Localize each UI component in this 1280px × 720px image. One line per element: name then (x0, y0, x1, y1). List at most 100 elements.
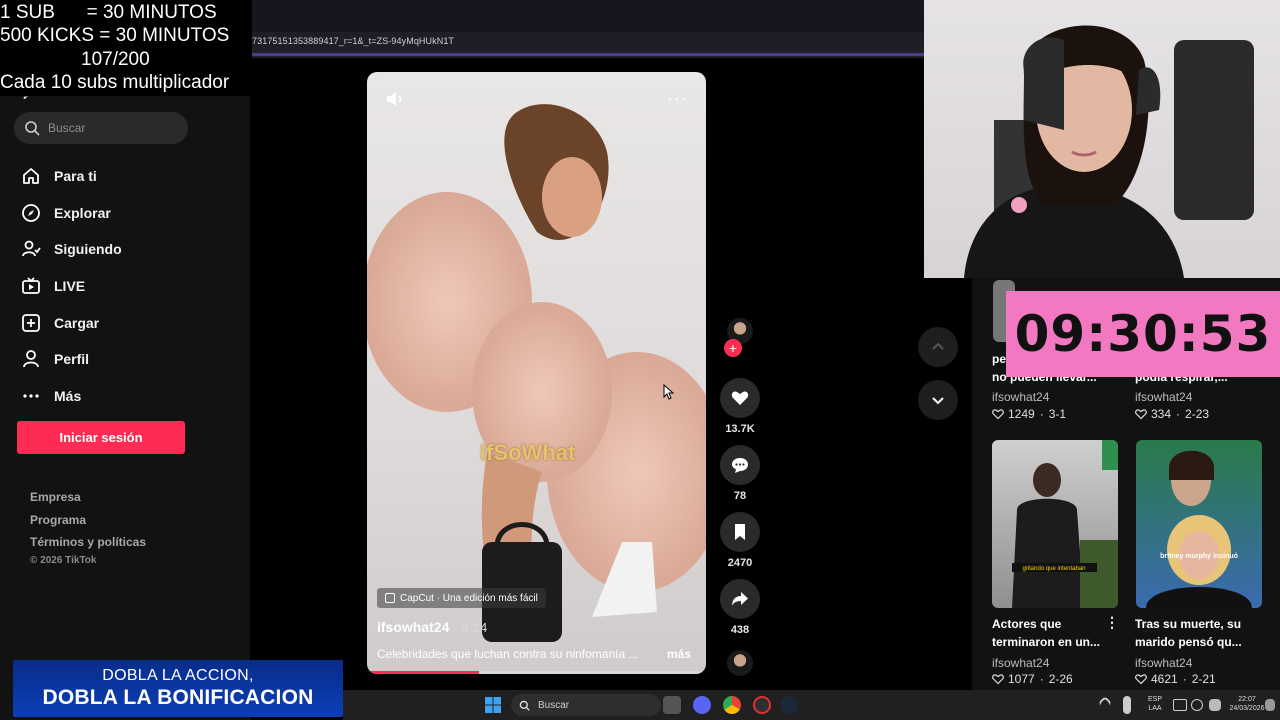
more-icon (20, 385, 42, 407)
obs-icon[interactable] (753, 696, 771, 714)
view-count: 1249 (1008, 407, 1035, 421)
mute-button[interactable] (385, 90, 405, 113)
discord-icon[interactable] (693, 696, 711, 714)
language-code: ESP (1147, 696, 1162, 703)
share-action[interactable]: 438 (720, 579, 760, 636)
view-count: 4621 (1151, 672, 1178, 686)
search-box[interactable] (14, 112, 188, 144)
comment-button[interactable] (720, 445, 760, 485)
related-video-stats: 4621 · 2-21 (1135, 672, 1216, 686)
video-options-icon[interactable]: ··· (667, 88, 688, 109)
thumbnail-image: britney murphy insinuó (1146, 450, 1252, 608)
next-video-button[interactable] (918, 380, 958, 420)
video-caption: Celebridades que luchan contra su ninfom… (377, 647, 639, 661)
sidebar-item-perfil[interactable]: Perfil (20, 341, 122, 378)
search-icon (25, 121, 40, 136)
sidebar-item-explorar[interactable]: Explorar (20, 195, 122, 232)
previous-video-button[interactable] (918, 327, 958, 367)
clock-date: 24/03/2026 (1229, 705, 1265, 712)
mouse-cursor-icon (663, 384, 675, 400)
like-action[interactable]: 13.7K (720, 378, 760, 435)
promo-line-2: DOBLA LA BONIFICACION (42, 686, 314, 709)
related-video-user[interactable]: ifsowhat24 (992, 656, 1049, 670)
promo-banner[interactable]: DOBLA LA ACCION, DOBLA LA BONIFICACION (13, 660, 343, 717)
heart-outline-icon (992, 674, 1004, 685)
profile-icon (20, 348, 42, 370)
share-button[interactable] (720, 579, 760, 619)
video-thumbnail[interactable]: britney murphy insinuó (1136, 440, 1262, 608)
stream-overlay-goals: 1 SUB = 30 MINUTOS 500 KICKS = 30 MINUTO… (0, 0, 252, 96)
music-avatar[interactable] (727, 650, 753, 676)
sidebar-item-para-ti[interactable]: Para ti (20, 158, 122, 195)
promo-line-1: DOBLA LA ACCION, (102, 667, 254, 684)
language-indicator[interactable]: ESP LAA (1143, 695, 1167, 713)
sidebar-item-label: Para ti (54, 168, 97, 185)
network-icon[interactable] (1173, 699, 1187, 711)
related-video-stats: 334 · 2-23 (1135, 407, 1209, 421)
capcut-tag[interactable]: CapCut · Una edición más fácil (377, 588, 546, 608)
heart-icon (731, 391, 749, 405)
microphone-icon[interactable] (1123, 696, 1131, 714)
sidebar-item-live[interactable]: LIVE (20, 268, 122, 305)
video-watermark: IfSoWhat (480, 440, 576, 465)
clock[interactable]: 22:07 24/03/2026 (1228, 695, 1266, 713)
video-date: 3-1 (1048, 407, 1067, 421)
save-action[interactable]: 2470 (720, 512, 760, 569)
clock-time: 22:07 (1238, 696, 1256, 703)
video-player[interactable]: ··· IfSoWhat CapCut · Una edición más fá… (367, 72, 706, 674)
heart-outline-icon (1135, 674, 1147, 685)
save-count: 2470 (727, 557, 753, 569)
volume-icon[interactable] (1191, 699, 1203, 711)
task-view-icon[interactable] (663, 696, 681, 714)
search-input[interactable] (48, 121, 178, 135)
music-disc[interactable] (720, 650, 760, 676)
sidebar-nav: Para ti Explorar Siguiendo LIVE Cargar P… (20, 158, 122, 414)
footer-link-empresa[interactable]: Empresa (30, 488, 146, 511)
follow-plus-icon[interactable]: + (724, 339, 742, 357)
browser-tab-bar[interactable] (250, 0, 924, 32)
video-thumbnail[interactable]: gritando que intentaban (992, 440, 1118, 608)
sidebar-item-mas[interactable]: Más (20, 378, 122, 415)
stream-timer: 09:30:53 (1006, 291, 1280, 377)
related-video-user[interactable]: ifsowhat24 (1135, 656, 1192, 670)
save-button[interactable] (720, 512, 760, 552)
address-bar-url[interactable]: 73175151353889417_r=1&_t=ZS-94yMqHUkN1T (252, 36, 454, 46)
overlay-sub-progress: 107/200 (81, 49, 150, 70)
like-button[interactable] (720, 378, 760, 418)
windows-start-icon[interactable] (485, 697, 501, 713)
taskbar-search[interactable]: Buscar (511, 694, 661, 716)
footer-link-programa[interactable]: Programa (30, 511, 146, 534)
sidebar-item-siguiendo[interactable]: Siguiendo (20, 231, 122, 268)
caption-more-link[interactable]: más (667, 647, 691, 661)
related-video-title[interactable]: Tras su muerte, su marido pensó qu... (1135, 615, 1255, 651)
notification-icon[interactable] (1265, 699, 1275, 711)
related-video-user[interactable]: ifsowhat24 (992, 390, 1049, 404)
more-options-icon[interactable]: ⋮ (1105, 614, 1119, 631)
sidebar-item-label: Cargar (54, 314, 100, 331)
video-date: 2-26 (1048, 672, 1073, 686)
thumbnail-image: gritando que intentaban (1012, 440, 1118, 608)
speaker-icon (387, 92, 402, 106)
video-progress-bar[interactable] (367, 671, 706, 674)
sidebar: ♪ Para ti Explorar Siguiendo LIVE Cargar… (0, 0, 250, 720)
comment-count: 78 (733, 490, 747, 502)
author-name[interactable]: ifsowhat24 (377, 619, 449, 635)
sidebar-item-cargar[interactable]: Cargar (20, 304, 122, 341)
webcam-feed (924, 0, 1280, 278)
related-video-title[interactable]: Actores que terminaron en un... (992, 615, 1110, 651)
battery-icon[interactable] (1209, 699, 1221, 711)
thumbnail-caption: britney murphy insinuó (1160, 553, 1238, 560)
windows-taskbar: Buscar ESP LAA 22:07 24/03/2026 (343, 690, 1280, 720)
login-button[interactable]: Iniciar sesión (17, 421, 185, 454)
steam-icon[interactable] (780, 696, 798, 714)
video-author[interactable]: ifsowhat24 · 3-14 (377, 619, 487, 635)
footer-link-terminos[interactable]: Términos y políticas (30, 533, 146, 556)
footer-links: Empresa Programa Términos y políticas (30, 488, 146, 556)
tray-chevron-icon[interactable] (1097, 695, 1113, 711)
comment-action[interactable]: 78 (720, 445, 760, 502)
overlay-multiplier-note: Cada 10 subs multiplicador (0, 72, 230, 93)
related-video-user[interactable]: ifsowhat24 (1135, 390, 1192, 404)
view-count: 334 (1151, 407, 1172, 421)
related-video-stats: 1077 · 2-26 (992, 672, 1073, 686)
chrome-icon[interactable] (723, 696, 741, 714)
